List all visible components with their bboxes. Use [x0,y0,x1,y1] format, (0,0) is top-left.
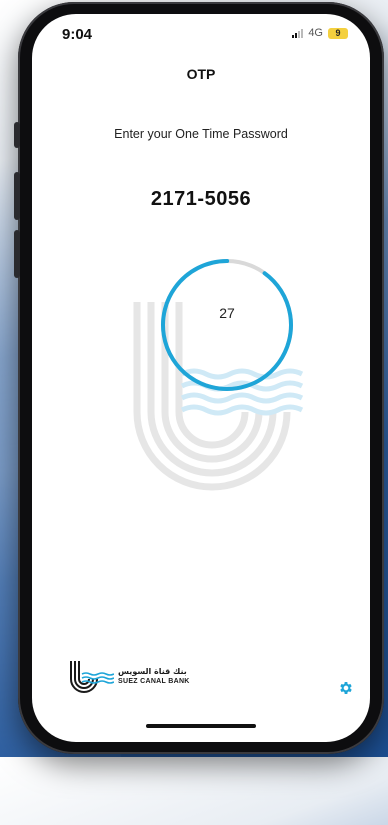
bank-name-english: SUEZ CANAL BANK [118,677,190,685]
status-time: 9:04 [62,26,93,43]
countdown-seconds: 27 [219,305,235,321]
otp-prompt: Enter your One Time Password [114,127,288,141]
bank-name-arabic: بنك قناة السويس [118,666,187,676]
status-bar: 9:04 4G 9 [32,14,370,54]
battery-level: 9 [335,27,341,38]
signal-icon [292,28,304,38]
gear-icon[interactable] [338,680,354,696]
status-indicators: 4G 9 [292,27,348,39]
mute-switch [14,122,20,148]
bank-logo: بنك قناة السويس SUEZ CANAL BANK [68,659,190,693]
battery-icon: 9 [328,27,348,39]
otp-code: 2171-5056 [150,188,252,210]
countdown-ring [161,259,293,391]
app-screen: 9:04 4G 9 OTP Enter your One Time Passwo… [32,14,370,742]
bank-logo-icon [70,661,114,693]
volume-down-button [14,230,20,278]
home-indicator[interactable] [146,724,256,728]
network-label: 4G [308,27,323,39]
countdown-progress [161,259,293,391]
page-title: OTP [186,66,216,82]
phone-frame: 9:04 4G 9 OTP Enter your One Time Passwo… [14,2,384,754]
volume-up-button [14,172,20,220]
